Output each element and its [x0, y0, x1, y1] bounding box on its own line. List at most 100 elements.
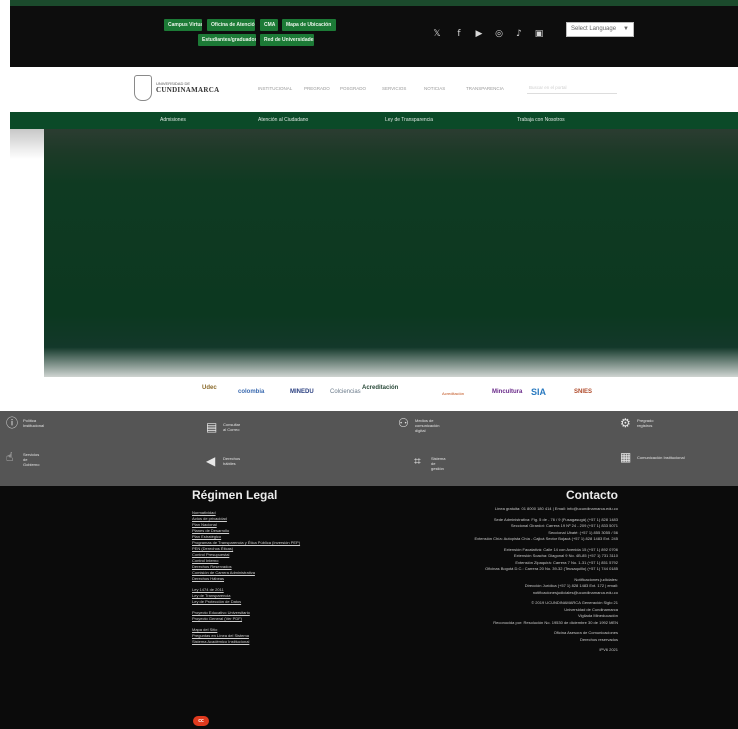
chevron-down-icon: ▼	[623, 26, 629, 32]
contact-line: Oficina Asesora de Comunicaciones	[553, 630, 618, 635]
contact-line: Extensión Soacha: Diagonal 9 No. 4B-85 (…	[513, 553, 618, 558]
topbar-edge	[10, 0, 738, 6]
legal-link[interactable]: Planes de Desarrollo	[192, 528, 229, 533]
legal-link[interactable]: Derechos Hábeas	[192, 576, 224, 581]
legal-link[interactable]: Control Presupuestal	[192, 552, 229, 557]
nav-atencion-ciudadano[interactable]: Atención al Ciudadano	[258, 117, 308, 123]
nav-item-servicios[interactable]: SERVICIOS	[382, 86, 406, 91]
partner-logo-sia[interactable]: SIA	[531, 387, 546, 397]
contact-line: Oficinas Bogotá D.C.: Carrera 20 No. 39-…	[485, 566, 618, 571]
facebook-icon[interactable]: f	[454, 29, 464, 39]
partner-logo-colciencias[interactable]: Colciencias	[330, 389, 361, 395]
document-icon: ▤	[206, 420, 218, 434]
secondary-nav: Admisiones Atención al Ciudadano Ley de …	[10, 112, 738, 129]
service-label: Pregrado registros	[637, 418, 654, 428]
pill-oficina-atencion[interactable]: Oficina de Atención	[207, 19, 255, 31]
nav-item-posgrado[interactable]: POSGRADO	[340, 86, 366, 91]
legal-link[interactable]: Preguntas en Línea del Sistema	[192, 633, 249, 638]
legal-link[interactable]: Sistema Académico Institucional	[192, 639, 249, 644]
partner-logo-mincultura[interactable]: Mincultura	[492, 389, 522, 395]
creative-commons-badge[interactable]: cc	[193, 716, 209, 726]
legal-link[interactable]: Proyecto Educativo Universitario	[192, 610, 250, 615]
legal-link[interactable]: Derechos Reservados	[192, 564, 232, 569]
partner-logo-acreditacion-2[interactable]: Acreditación	[442, 391, 464, 396]
contact-line: Extensión Chía: Autopista Chía - Cajicá …	[474, 536, 618, 541]
contact-line: Línea gratuita: 01 8000 180 414 | Email:…	[494, 506, 618, 511]
calendar-icon: ▦	[620, 450, 632, 464]
youtube-icon[interactable]: ▶	[474, 29, 484, 39]
service-pregrado[interactable]: ⚙ Pregrado registros	[620, 417, 680, 439]
service-medios[interactable]: ⚇ Medios de comunicación digital	[398, 417, 468, 441]
contact-line: © 2019 UCUNDINAMARCA Generación Siglo 21	[531, 600, 618, 605]
service-gestion[interactable]: ⌗ Sistema de gestión	[414, 455, 474, 479]
partner-logo-minedu[interactable]: MINEDU	[290, 389, 314, 395]
legal-link[interactable]: Ley de Transparencia	[192, 593, 230, 598]
map-icon: ⌗	[414, 454, 421, 468]
nav-ley-transparencia[interactable]: Ley de Transparencia	[385, 117, 433, 123]
legal-link[interactable]: Programas de Transparencia y Ética Públi…	[192, 540, 300, 545]
x-icon[interactable]: 𝕏	[432, 29, 442, 39]
hero-shadow	[10, 129, 44, 159]
nav-item-pregrado[interactable]: PREGRADO	[304, 86, 330, 91]
service-gobierno[interactable]: ☝ Servicios de Gobierno	[6, 451, 66, 475]
tiktok-icon[interactable]: ♪	[514, 29, 524, 39]
partner-logos-strip: Udec colombia MINEDU Colciencias Acredit…	[0, 377, 738, 413]
nav-item-noticias[interactable]: NOTICIAS	[424, 86, 445, 91]
language-select[interactable]: Select Language ▼	[566, 22, 634, 37]
legal-link[interactable]: Plan Estratégico	[192, 534, 221, 539]
hand-icon: ☝	[6, 450, 14, 464]
legal-link[interactable]: Ley 1474 de 2011	[192, 587, 224, 592]
contact-line: Vigilada Mineducación	[578, 613, 618, 618]
service-label: Servicios de Gobierno	[23, 452, 40, 467]
service-label: Medios de comunicación digital	[415, 418, 440, 433]
main-header: UNIVERSIDAD DE CUNDINAMARCA INSTITUCIONA…	[10, 67, 738, 112]
nav-admisiones[interactable]: Admisiones	[160, 117, 186, 123]
gear-icon: ⚙	[620, 416, 631, 430]
service-label: Consultar al Correo	[223, 422, 241, 432]
hero-banner	[44, 129, 738, 377]
service-label: Política Institucional	[23, 418, 45, 428]
nav-item-institucional[interactable]: INSTITUCIONAL	[258, 86, 292, 91]
legal-link[interactable]: Actos de privacidad	[192, 516, 227, 521]
contact-line: notificacionesjudiciales@ucundinamarca.e…	[532, 589, 618, 595]
university-logo[interactable]: UNIVERSIDAD DE CUNDINAMARCA	[134, 73, 242, 105]
contact-line: Universidad de Cundinamarca	[564, 606, 618, 612]
legal-link[interactable]: Ley de Protección de Datos	[192, 599, 241, 604]
pill-red-universidades[interactable]: Red de Universidades	[260, 34, 314, 46]
pill-mapa-ubicacion[interactable]: Mapa de Ubicación	[282, 19, 336, 31]
linkedin-icon[interactable]: ▣	[534, 29, 544, 39]
crest-icon	[134, 75, 152, 101]
pill-estudiantes-graduados[interactable]: Estudiantes/graduados	[198, 34, 256, 46]
partner-logo-acreditacion[interactable]: Acreditación	[362, 385, 398, 391]
instagram-icon[interactable]: ◎	[494, 29, 504, 39]
legal-link[interactable]: PEN (Derechos Éticas)	[192, 546, 233, 551]
partner-logo-udec[interactable]: Udec	[202, 385, 217, 391]
services-band: ⓘ Política Institucional ▤ Consultar al …	[0, 411, 738, 486]
legal-link[interactable]: Plan Nacional	[192, 522, 217, 527]
partner-logo-snies[interactable]: SNIES	[574, 389, 592, 395]
page: Campus Virtual Oficina de Atención CMA M…	[0, 0, 738, 729]
service-comunicacion[interactable]: ▦ Comunicación Institucional	[620, 451, 730, 469]
search-input[interactable]: Buscar en el portal	[527, 82, 617, 94]
service-label: Derechos hábiles	[223, 456, 241, 466]
legal-link[interactable]: Comisión de Carrera Administrativa	[192, 570, 255, 575]
pill-campus-virtual[interactable]: Campus Virtual	[164, 19, 202, 31]
megaphone-icon: ◀	[206, 454, 216, 468]
nav-item-transparencia[interactable]: TRANSPARENCIA	[466, 86, 504, 91]
contact-line: Extensión Facatativá: Calle 14 con Aveni…	[503, 546, 618, 552]
service-politica[interactable]: ⓘ Política Institucional	[6, 417, 66, 439]
service-correo[interactable]: ▤ Consultar al Correo	[206, 421, 266, 443]
legal-link[interactable]: Proyecto General (Ver PDF)	[192, 616, 242, 621]
pill-cma[interactable]: CMA	[260, 19, 278, 31]
language-select-label: Select Language	[571, 26, 617, 32]
partner-logo-colombia[interactable]: colombia	[238, 389, 264, 395]
contact-line: Derechos reservados	[579, 636, 618, 642]
legal-link[interactable]: Control Interno	[192, 558, 218, 563]
service-derechos[interactable]: ◀ Derechos hábiles	[206, 455, 266, 477]
legal-link[interactable]: Mapa del Sitio	[192, 627, 217, 632]
service-label: Comunicación Institucional	[637, 455, 685, 460]
legal-link[interactable]: Normatividad	[192, 510, 216, 515]
site-footer: Régimen Legal Contacto Normatividad Actos…	[0, 486, 738, 729]
contact-line: Sede Administrativa: Fig. 5 de - 76 / 9 …	[493, 516, 618, 522]
nav-trabaja-nosotros[interactable]: Trabaja con Nosotros	[517, 117, 565, 123]
